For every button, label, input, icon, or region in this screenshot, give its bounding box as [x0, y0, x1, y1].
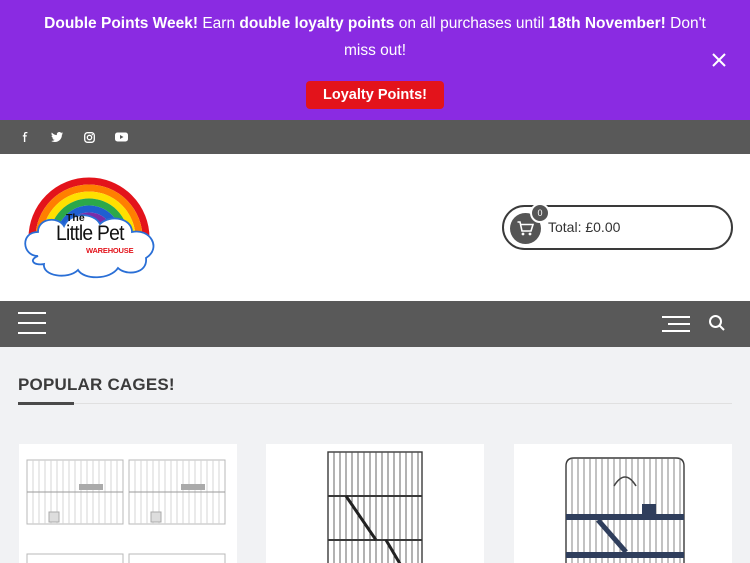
product-card-black-multi-level-cage[interactable] [514, 444, 732, 563]
promo-text: Double Points Week! Earn double loyalty … [40, 10, 710, 64]
twitter-icon[interactable] [49, 129, 65, 145]
promo-banner: Double Points Week! Earn double loyalty … [0, 0, 750, 120]
youtube-icon[interactable] [113, 129, 129, 145]
main-nav [0, 301, 750, 347]
product-card-white-breeding-cages[interactable] [19, 444, 237, 563]
cart-widget[interactable]: 0 Total: £0.00 [502, 203, 733, 250]
social-bar [0, 120, 750, 154]
close-icon[interactable] [708, 49, 730, 71]
section-divider [18, 403, 732, 404]
logo-text-warehouse: WAREHOUSE [86, 246, 134, 255]
instagram-icon[interactable] [81, 129, 97, 145]
product-card-tall-black-ferret-cage[interactable] [266, 444, 484, 563]
promo-date: 18th November! [548, 15, 666, 32]
cart-count-badge: 0 [530, 203, 550, 223]
facebook-icon[interactable] [17, 129, 33, 145]
promo-text-2: on all purchases until [398, 15, 545, 32]
site-logo[interactable]: The Little Pet WAREHOUSE [18, 176, 160, 284]
logo-text-little-pet: Little Pet [56, 222, 125, 245]
menu-lines-icon[interactable] [662, 314, 690, 334]
promo-text-1: Earn [202, 15, 236, 32]
section-title: POPULAR CAGES! [18, 375, 175, 394]
product-image [565, 457, 685, 563]
section-title-accent [18, 402, 74, 405]
loyalty-points-button[interactable]: Loyalty Points! [306, 81, 444, 109]
promo-highlight: double loyalty points [239, 15, 395, 32]
cart-total: Total: £0.00 [548, 219, 621, 235]
search-icon[interactable] [708, 314, 726, 332]
hamburger-menu-icon[interactable] [18, 312, 46, 334]
promo-title: Double Points Week! [44, 15, 199, 32]
site-header: The Little Pet WAREHOUSE 0 Total: £0.00 [0, 154, 750, 301]
product-image [327, 451, 423, 563]
product-image [26, 459, 226, 563]
